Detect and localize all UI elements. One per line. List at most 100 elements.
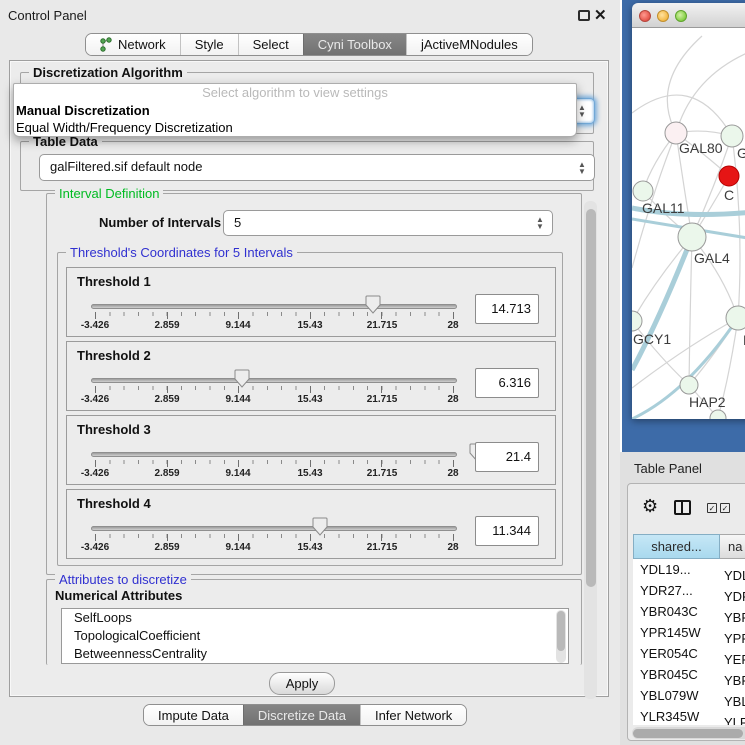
table-row[interactable]: YLR345WYLR3 [633, 706, 745, 725]
checkbox-icon[interactable]: ✓ [720, 503, 730, 513]
close-icon[interactable]: ✕ [594, 6, 607, 24]
screenshot-root: Control Panel ✕ Network Style Select Cyn… [0, 0, 745, 745]
node-gcy1[interactable] [632, 311, 642, 331]
tick-label: 21.715 [360, 394, 404, 405]
window-minimize-icon[interactable] [657, 10, 669, 22]
apply-button[interactable]: Apply [269, 672, 335, 695]
threshold-slider[interactable] [91, 452, 457, 457]
node-table-panel: ⚙ ✓ ✓ shared... na YDL19...YDL1 YDR27...… [627, 483, 745, 741]
tick-label: 15.43 [288, 468, 332, 479]
network-window-titlebar[interactable] [632, 3, 745, 28]
num-intervals-combobox[interactable]: 5 ▲▼ [223, 210, 553, 236]
node-label: GAL80 [679, 140, 723, 156]
threshold-label: Threshold 2 [77, 348, 151, 363]
dropdown-item-manual[interactable]: Manual Discretization [14, 102, 576, 119]
node-gal4[interactable] [678, 223, 706, 251]
combo-stepper-icon: ▲▼ [534, 211, 546, 235]
attributes-list[interactable]: SelfLoops TopologicalCoefficient Between… [61, 608, 569, 664]
tab-impute-data[interactable]: Impute Data [144, 705, 243, 725]
tick-label: 28 [431, 542, 475, 553]
interval-definition-group: Interval Definition Number of Intervals … [46, 193, 582, 575]
dropdown-hint: Select algorithm to view settings [14, 84, 576, 102]
control-panel: Control Panel ✕ Network Style Select Cyn… [0, 0, 620, 745]
table-row[interactable]: YDL19...YDL1 [633, 559, 745, 580]
num-intervals-label: Number of Intervals [99, 215, 221, 230]
list-scrollbar[interactable] [556, 610, 566, 663]
node-h[interactable] [726, 306, 745, 330]
threshold-value-field[interactable]: 6.316 [475, 368, 539, 398]
tick-strip [95, 386, 453, 393]
node-red-selected[interactable] [719, 166, 739, 186]
thresholds-group: Threshold's Coordinates for 5 Intervals … [57, 252, 563, 566]
table-row[interactable]: YDR27...YDR2 [633, 580, 745, 601]
column-header-name[interactable]: na [720, 534, 745, 559]
dropdown-item-equal-width[interactable]: Equal Width/Frequency Discretization [14, 119, 576, 136]
tab-infer-network[interactable]: Infer Network [360, 705, 466, 725]
table-data-value: galFiltered.sif default node [50, 159, 202, 174]
tick-label: 21.715 [360, 320, 404, 331]
node-label: GCY1 [633, 331, 671, 347]
control-panel-tabs: Network Style Select Cyni Toolbox jActiv… [85, 33, 533, 56]
panel-scrollbar[interactable] [584, 201, 597, 699]
network-canvas[interactable]: GAL80 GA C GAL11 GAL4 GCY1 H HAP2 [632, 28, 745, 419]
table-row[interactable]: YBR043CYBR0 [633, 601, 745, 622]
table-row[interactable]: YBL079WYBL0 [633, 685, 745, 706]
threshold-panel-4: Threshold 4 -3.426 2.859 9.144 15.43 21.… [66, 489, 556, 559]
network-view-window[interactable]: GAL80 GA C GAL11 GAL4 GCY1 H HAP2 [632, 3, 745, 419]
window-close-icon[interactable] [639, 10, 651, 22]
tick-label: -3.426 [73, 542, 117, 553]
node-label: C [724, 187, 734, 203]
table-row[interactable]: YER054CYER0 [633, 643, 745, 664]
tab-select[interactable]: Select [238, 34, 303, 55]
table-rows[interactable]: YDL19...YDL1 YDR27...YDR2 YBR043CYBR0 YP… [633, 559, 745, 725]
tab-network-label: Network [118, 37, 166, 52]
table-data-combobox[interactable]: galFiltered.sif default node ▲▼ [39, 154, 595, 181]
node-label: HAP2 [689, 394, 726, 410]
tick-label: 9.144 [216, 542, 260, 553]
tick-label: -3.426 [73, 468, 117, 479]
table-row[interactable]: YBR045CYBR0 [633, 664, 745, 685]
list-item[interactable]: TopologicalCoefficient [62, 627, 568, 645]
tick-label: 9.144 [216, 468, 260, 479]
tick-label: 2.859 [145, 542, 189, 553]
tick-strip [95, 312, 453, 319]
threshold-slider[interactable] [91, 526, 457, 531]
threshold-panel-1: Threshold 1 -3.426 2.859 9.144 15.43 21.… [66, 267, 556, 337]
float-window-icon[interactable] [578, 10, 590, 21]
node-gal11[interactable] [633, 181, 653, 201]
checkbox-icon[interactable]: ✓ [707, 503, 717, 513]
group-title: Attributes to discretize [55, 572, 191, 587]
node-hap2[interactable] [680, 376, 698, 394]
tick-label: 28 [431, 468, 475, 479]
list-item[interactable]: BetweennessCentrality [62, 645, 568, 663]
tick-label: 2.859 [145, 320, 189, 331]
list-item[interactable]: SelfLoops [62, 609, 568, 627]
threshold-panel-3: Threshold 3 -3.426 2.859 9.144 15.43 21.… [66, 415, 556, 485]
threshold-value-field[interactable]: 14.713 [475, 294, 539, 324]
node-top-right[interactable] [721, 125, 743, 147]
cyni-bottom-tabs: Impute Data Discretize Data Infer Networ… [143, 704, 467, 726]
tab-style[interactable]: Style [180, 34, 238, 55]
window-zoom-icon[interactable] [675, 10, 687, 22]
threshold-value-field[interactable]: 11.344 [475, 516, 539, 546]
tick-strip [95, 534, 453, 541]
tab-jactivemnodules[interactable]: jActiveMNodules [406, 34, 532, 55]
table-row[interactable]: YPR145WYPR1 [633, 622, 745, 643]
threshold-slider[interactable] [91, 304, 457, 309]
node-label: GA [737, 145, 745, 161]
gear-icon[interactable]: ⚙ [642, 496, 658, 517]
threshold-value-field[interactable]: 21.4 [475, 442, 539, 472]
table-hscrollbar[interactable] [632, 727, 745, 739]
tick-label: -3.426 [73, 320, 117, 331]
threshold-slider[interactable] [91, 378, 457, 383]
tick-label: -3.426 [73, 394, 117, 405]
tab-discretize-data[interactable]: Discretize Data [243, 705, 360, 725]
cyni-toolbox-panel: Discretization Algorithm ▲▼ Table Data g… [9, 60, 609, 697]
tab-network[interactable]: Network [86, 34, 180, 55]
numerical-attributes-label: Numerical Attributes [55, 588, 182, 603]
threshold-label: Threshold 3 [77, 422, 151, 437]
tick-label: 28 [431, 394, 475, 405]
column-header-shared-name[interactable]: shared... [633, 534, 720, 559]
split-columns-icon[interactable] [674, 500, 691, 515]
tab-cyni-toolbox[interactable]: Cyni Toolbox [303, 34, 406, 55]
